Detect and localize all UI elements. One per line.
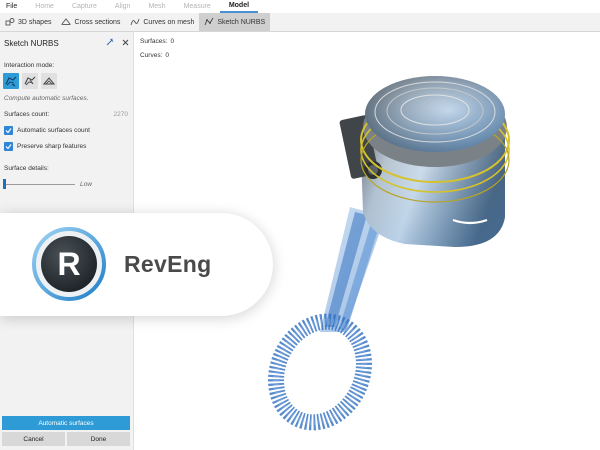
slider-thumb[interactable] [3,179,6,189]
brand-name: RevEng [124,251,212,277]
manual-surface-icon [24,76,36,86]
tool-label: Curves on mesh [143,18,195,26]
pin-icon[interactable] [106,38,114,48]
auto-surfaces-count-label: Automatic surfaces count [17,127,90,134]
interaction-mode-label: Interaction mode: [4,62,55,69]
cancel-button[interactable]: Cancel [2,432,65,446]
panel-header: Sketch NURBS [0,32,133,54]
preserve-sharp-features-label: Preserve sharp features [17,143,87,150]
surface-details-value: Low [80,181,92,188]
menu-bar: File Home Capture Align Mesh Measure Mod… [0,0,600,13]
tool-3d-shapes[interactable]: 3D shapes [0,13,56,31]
menu-measure: Measure [183,3,211,10]
interaction-mode-group [3,73,57,89]
menu-file[interactable]: File [6,0,26,13]
mode-auto-button[interactable] [3,73,19,89]
hint-text: Compute automatic surfaces. [4,95,89,102]
auto-surface-icon [5,76,17,87]
tool-label: Sketch NURBS [217,18,266,26]
tool-sketch-nurbs[interactable]: Sketch NURBS [199,13,271,31]
menu-capture: Capture [71,3,97,10]
reveng-logo: R [32,227,106,301]
tool-curves-on-mesh[interactable]: Curves on mesh [125,13,199,31]
reveng-banner: R RevEng [0,213,273,316]
logo-letter: R [57,246,80,282]
preserve-sharp-features-checkbox[interactable] [4,142,13,151]
rod-big-end [268,313,372,431]
mode-edit-button[interactable] [41,73,57,89]
mode-manual-button[interactable] [22,73,38,89]
panel-title: Sketch NURBS [4,38,59,48]
tool-label: 3D shapes [18,18,52,26]
surfaces-count-value[interactable]: 2270 [114,111,128,118]
preserve-sharp-features-row[interactable]: Preserve sharp features [4,142,86,151]
surface-details-label: Surface details: [4,165,49,172]
edit-surface-icon [43,77,55,85]
surfaces-count-row: Surfaces count: 2270 [4,111,128,118]
tool-label: Cross sections [74,18,121,26]
menu-model[interactable]: Model [219,0,259,13]
menu-align: Align [114,3,131,10]
menu-home: Home [35,3,54,10]
cross-section-icon [61,18,71,25]
tool-cross-sections[interactable]: Cross sections [56,13,125,31]
curve-icon [130,18,140,26]
surfaces-count-label: Surfaces count: [4,111,50,118]
surface-details-slider[interactable] [5,184,75,185]
shapes-icon [5,18,15,26]
auto-surfaces-count-row[interactable]: Automatic surfaces count [4,126,90,135]
close-icon[interactable] [122,39,129,48]
done-button[interactable]: Done [67,432,130,446]
menu-mesh: Mesh [148,3,166,10]
nurbs-icon [204,17,214,26]
auto-surfaces-count-checkbox[interactable] [4,126,13,135]
ribbon-toolbar: 3D shapes Cross sections Curves on mesh … [0,13,600,32]
automatic-surfaces-button[interactable]: Automatic surfaces [2,416,130,430]
